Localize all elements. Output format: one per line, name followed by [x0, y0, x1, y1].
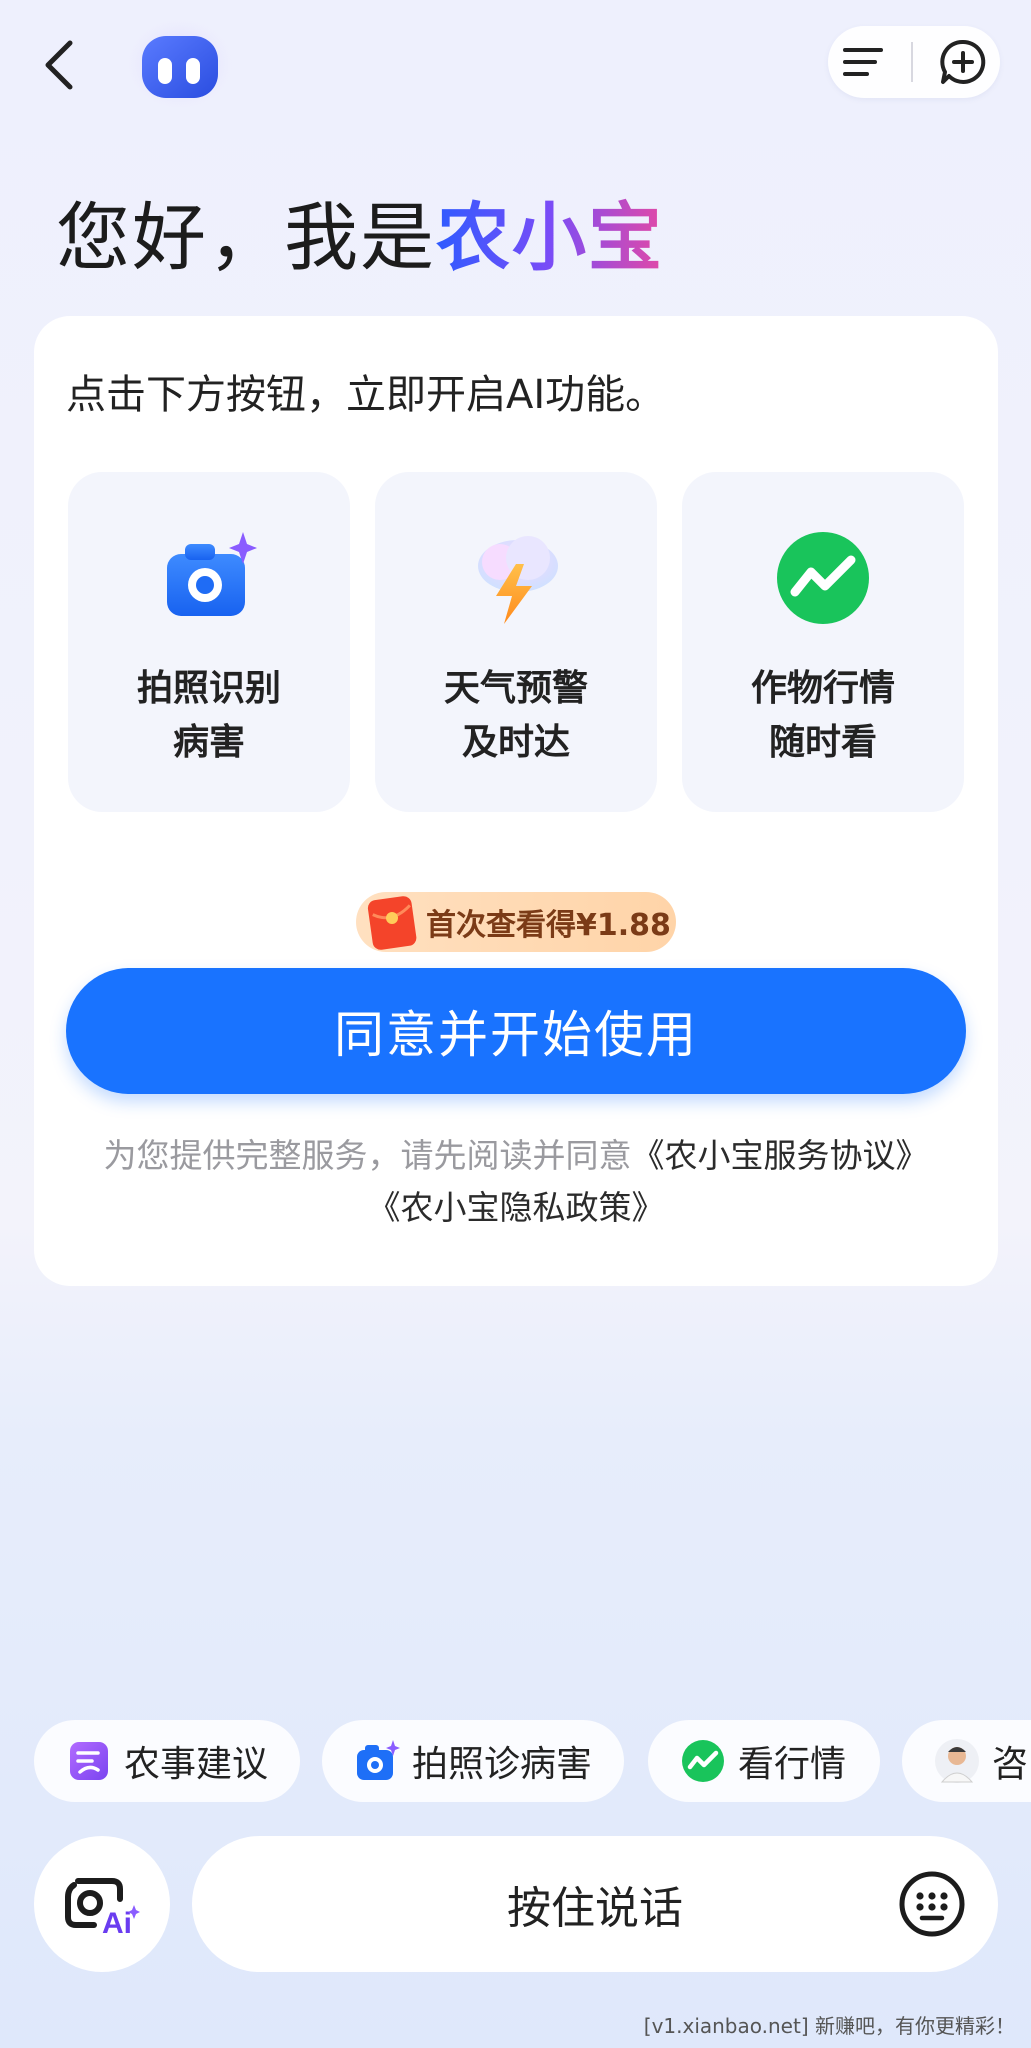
card-intro: 点击下方按钮，立即开启AI功能。	[66, 372, 666, 418]
back-button[interactable]	[30, 30, 90, 100]
reward-badge: 首次查看得¥1.88	[356, 892, 676, 952]
market-trend-icon	[682, 1740, 724, 1782]
divider	[911, 42, 913, 82]
service-agreement-link[interactable]: 《农小宝服务协议》	[632, 1136, 929, 1175]
greeting-prefix: 您好，我是	[56, 195, 436, 281]
weather-lightning-icon	[478, 536, 558, 624]
feature-label-line2: 病害	[172, 722, 245, 763]
chip-farm-advice[interactable]: 农事建议	[34, 1720, 300, 1802]
feature-label-line1: 作物行情	[750, 668, 895, 709]
agreement-notice: 为您提供完整服务，请先阅读并同意《农小宝服务协议》 《农小宝隐私政策》	[56, 1130, 976, 1234]
chip-label: 咨	[992, 1744, 1029, 1785]
menu-lines-icon[interactable]	[841, 42, 885, 82]
reward-text: 首次查看得¥1.88	[426, 908, 671, 943]
svg-text:Ai: Ai	[102, 1907, 132, 1939]
keyboard-icon[interactable]	[898, 1870, 966, 1938]
agreement-text: 为您提供完整服务，请先阅读并同意	[103, 1136, 632, 1175]
chip-label: 看行情	[738, 1744, 847, 1785]
expert-avatar-icon	[935, 1739, 979, 1783]
market-trend-icon	[777, 532, 869, 624]
ai-camera-button[interactable]: Ai	[34, 1836, 170, 1972]
feature-label-line1: 天气预警	[443, 668, 588, 709]
chip-photo-diagnose[interactable]: 拍照诊病害	[322, 1720, 624, 1802]
camera-diagnose-icon	[357, 1740, 400, 1780]
chip-consult[interactable]: 咨	[902, 1720, 1031, 1802]
feature-photo-diagnosis[interactable]: 拍照识别 病害	[68, 472, 350, 812]
feature-label: 天气预警 及时达	[444, 662, 588, 770]
feature-label-line1: 拍照识别	[136, 668, 281, 709]
hold-to-talk-button[interactable]: 按住说话	[192, 1836, 998, 1972]
chevron-left-icon	[45, 40, 73, 90]
voice-label: 按住说话	[507, 1883, 683, 1934]
feature-weather-alert[interactable]: 天气预警 及时达	[375, 472, 657, 812]
privacy-policy-link[interactable]: 《农小宝隐私政策》	[368, 1188, 665, 1227]
agree-start-button[interactable]: 同意并开始使用	[66, 968, 966, 1094]
camera-sparkle-icon	[167, 532, 257, 616]
chip-market[interactable]: 看行情	[648, 1720, 880, 1802]
assistant-avatar-icon	[124, 14, 236, 112]
feature-crop-market[interactable]: 作物行情 随时看	[682, 472, 964, 812]
feature-label-line2: 及时达	[461, 722, 570, 763]
page-title: 您好，我是农小宝	[56, 178, 664, 285]
watermark: [v1.xianbao.net] 新赚吧，有你更精彩！	[643, 2014, 1015, 2038]
chip-label: 农事建议	[124, 1744, 269, 1785]
brand-name: 农小宝	[436, 195, 664, 281]
farm-advice-icon	[70, 1742, 108, 1780]
red-envelope-icon	[367, 896, 417, 950]
header-actions	[828, 26, 1000, 98]
feature-label-line2: 随时看	[768, 722, 877, 763]
chip-label: 拍照诊病害	[412, 1744, 593, 1785]
feature-label: 作物行情 随时看	[751, 662, 895, 770]
ai-camera-icon: Ai	[65, 1878, 140, 1939]
feature-label: 拍照识别 病害	[137, 662, 281, 770]
new-chat-icon[interactable]	[939, 38, 987, 86]
